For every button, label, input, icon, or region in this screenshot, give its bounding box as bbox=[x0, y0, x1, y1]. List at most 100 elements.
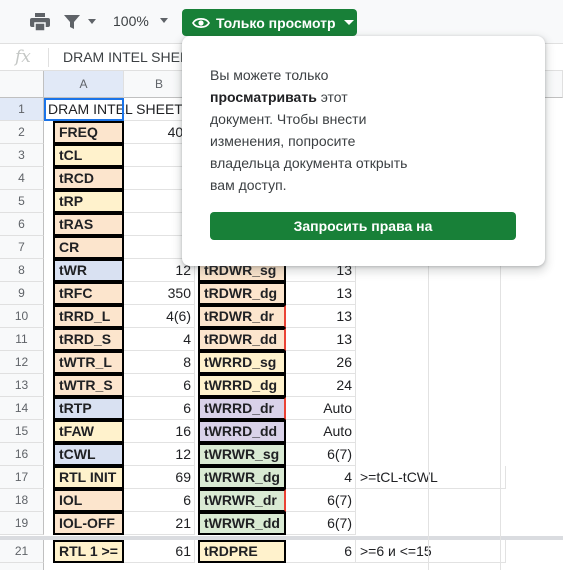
cell-d10[interactable]: tRDWR_dr bbox=[198, 305, 286, 328]
cell-d14[interactable]: tWRRD_dr bbox=[198, 397, 286, 420]
cell-a5[interactable]: tRP bbox=[53, 190, 124, 213]
popup-message: Вы можете только просматривать этот доку… bbox=[210, 64, 410, 196]
row-header-3[interactable]: 3 bbox=[0, 144, 44, 167]
cell-a7[interactable]: CR bbox=[53, 236, 124, 259]
cell-b17[interactable]: 69 bbox=[124, 466, 195, 489]
row-header-8[interactable]: 8 bbox=[0, 259, 44, 282]
cell-a1[interactable]: DRAM INTEL SHEET bbox=[44, 98, 183, 121]
row-header-4[interactable]: 4 bbox=[0, 167, 44, 190]
cell-b10[interactable]: 4(6) bbox=[124, 305, 195, 328]
chevron-down-icon bbox=[343, 20, 354, 25]
cell-e19[interactable]: 6(7) bbox=[286, 512, 356, 535]
cell-b15[interactable]: 16 bbox=[124, 420, 195, 443]
row-header-10[interactable]: 10 bbox=[0, 305, 44, 328]
row-header-7[interactable]: 7 bbox=[0, 236, 44, 259]
cell-d19[interactable]: tWRWR_dd bbox=[198, 512, 286, 535]
cell-a2[interactable]: FREQ bbox=[53, 121, 124, 144]
cell-a16[interactable]: tCWL bbox=[53, 443, 124, 466]
row-header-16[interactable]: 16 bbox=[0, 443, 44, 466]
cell-a13[interactable]: tWTR_S bbox=[53, 374, 124, 397]
cell-a8[interactable]: tWR bbox=[53, 259, 124, 282]
cell-b13[interactable]: 6 bbox=[124, 374, 195, 397]
row-header-5[interactable]: 5 bbox=[0, 190, 44, 213]
cell-e14[interactable]: Auto bbox=[286, 397, 356, 420]
cell-a10[interactable]: tRRD_L bbox=[53, 305, 124, 328]
cell-b16[interactable]: 12 bbox=[124, 443, 195, 466]
cell-e9[interactable]: 13 bbox=[286, 282, 356, 305]
cell-a18[interactable]: IOL bbox=[53, 489, 124, 512]
cell-a6[interactable]: tRAS bbox=[53, 213, 124, 236]
formula-bar-divider bbox=[48, 48, 49, 67]
print-icon[interactable] bbox=[30, 10, 50, 34]
cell-e11[interactable]: 13 bbox=[286, 328, 356, 351]
cell-f17[interactable]: >=tCL-tCWL bbox=[356, 466, 506, 489]
row-header-6[interactable]: 6 bbox=[0, 213, 44, 236]
row-header-9[interactable]: 9 bbox=[0, 282, 44, 305]
cell-b21[interactable]: 61 bbox=[124, 540, 195, 563]
row-header-15[interactable]: 15 bbox=[0, 420, 44, 443]
cell-e17[interactable]: 4 bbox=[286, 466, 356, 489]
grid-line bbox=[428, 259, 429, 570]
filter-icon[interactable] bbox=[63, 10, 81, 34]
view-mode-button[interactable]: Только просмотр bbox=[182, 9, 357, 36]
cell-a15[interactable]: tFAW bbox=[53, 420, 124, 443]
cell-e21[interactable]: 6 bbox=[286, 540, 356, 563]
row-header-19[interactable]: 19 bbox=[0, 512, 44, 535]
cell-b19[interactable]: 21 bbox=[124, 512, 195, 535]
cell-a4[interactable]: tRCD bbox=[53, 167, 124, 190]
row-header-12[interactable]: 12 bbox=[0, 351, 44, 374]
row-header-2[interactable]: 2 bbox=[0, 121, 44, 144]
row-header-17[interactable]: 17 bbox=[0, 466, 44, 489]
row-header-13[interactable]: 13 bbox=[0, 374, 44, 397]
cell-d9[interactable]: tRDWR_dg bbox=[198, 282, 286, 305]
cell-d17[interactable]: tWRWR_dg bbox=[198, 466, 286, 489]
zoom-chevron-down-icon[interactable] bbox=[160, 18, 168, 23]
cell-d13[interactable]: tWRRD_dg bbox=[198, 374, 286, 397]
fx-icon: fx bbox=[15, 47, 31, 67]
cell-b14[interactable]: 6 bbox=[124, 397, 195, 420]
cell-e13[interactable]: 24 bbox=[286, 374, 356, 397]
select-all-corner[interactable] bbox=[0, 71, 44, 98]
request-access-button[interactable]: Запросить права на bbox=[210, 212, 516, 240]
cell-b11[interactable]: 4 bbox=[124, 328, 195, 351]
grid-line bbox=[500, 259, 501, 570]
cell-d16[interactable]: tWRWR_sg bbox=[198, 443, 286, 466]
cell-b12[interactable]: 8 bbox=[124, 351, 195, 374]
cell-b18[interactable]: 6 bbox=[124, 489, 195, 512]
row-header-11[interactable]: 11 bbox=[0, 328, 44, 351]
row-header-18[interactable]: 18 bbox=[0, 489, 44, 512]
cell-e16[interactable]: 6(7) bbox=[286, 443, 356, 466]
cell-e12[interactable]: 26 bbox=[286, 351, 356, 374]
cell-b9[interactable]: 350 bbox=[124, 282, 195, 305]
cell-a14[interactable]: tRTP bbox=[53, 397, 124, 420]
cell-f21[interactable]: >=6 и <=15 bbox=[356, 540, 506, 563]
eye-icon bbox=[192, 16, 210, 30]
row-header-1[interactable]: 1 bbox=[0, 98, 44, 121]
cell-d18[interactable]: tWRWR_dr bbox=[198, 489, 286, 512]
cell-d15[interactable]: tWRRD_dd bbox=[198, 420, 286, 443]
cell-a19[interactable]: IOL-OFF bbox=[53, 512, 124, 535]
cell-a21[interactable]: RTL 1 >= bbox=[53, 540, 124, 563]
cell-e18[interactable]: 6(7) bbox=[286, 489, 356, 512]
cell-e15[interactable]: Auto bbox=[286, 420, 356, 443]
popup-text-before: Вы можете только bbox=[210, 67, 329, 83]
filter-menu-chevron-down-icon[interactable] bbox=[88, 19, 96, 24]
cell-e10[interactable]: 13 bbox=[286, 305, 356, 328]
cell-d21[interactable]: tRDPRE bbox=[198, 540, 286, 563]
cell-d11[interactable]: tRDWR_dd bbox=[198, 328, 286, 351]
row-header-22[interactable] bbox=[0, 563, 44, 570]
popup-text-bold: просматривать bbox=[210, 89, 317, 105]
zoom-select[interactable]: 100% bbox=[113, 13, 149, 29]
cell-a17[interactable]: RTL INIT bbox=[53, 466, 124, 489]
view-only-popup: Вы можете только просматривать этот доку… bbox=[182, 36, 545, 266]
row-header-21[interactable]: 21 bbox=[0, 540, 44, 563]
view-mode-label: Только просмотр bbox=[216, 14, 336, 31]
formula-input[interactable]: DRAM INTEL SHEET bbox=[63, 49, 198, 65]
cell-d12[interactable]: tWRRD_sg bbox=[198, 351, 286, 374]
row-header-14[interactable]: 14 bbox=[0, 397, 44, 420]
cell-a12[interactable]: tWTR_L bbox=[53, 351, 124, 374]
cell-a11[interactable]: tRRD_S bbox=[53, 328, 124, 351]
cell-a9[interactable]: tRFC bbox=[53, 282, 124, 305]
cell-a3[interactable]: tCL bbox=[53, 144, 124, 167]
column-header-a[interactable]: A bbox=[44, 71, 124, 98]
